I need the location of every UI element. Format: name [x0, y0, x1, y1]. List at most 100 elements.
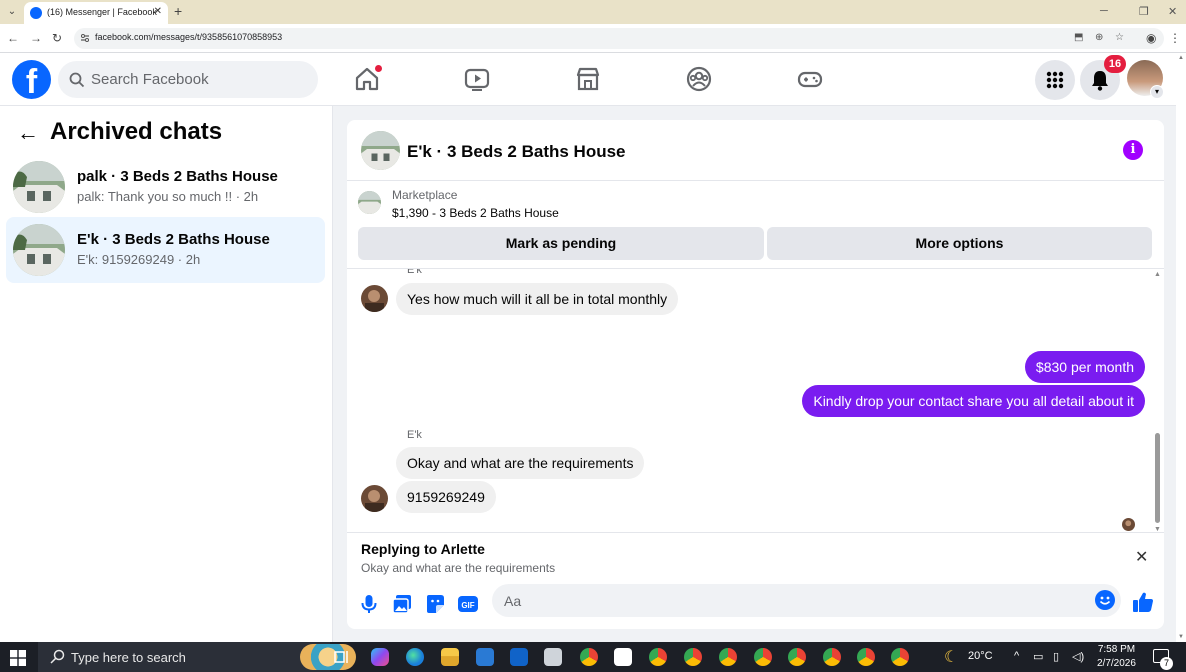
chrome-profile-icon[interactable]: [649, 648, 667, 666]
message-bubble[interactable]: Okay and what are the requirements: [396, 447, 645, 479]
info-icon[interactable]: i: [1123, 140, 1143, 160]
profile-icon[interactable]: ◉: [1146, 31, 1156, 45]
file-explorer-icon[interactable]: [441, 648, 459, 666]
thread-scrollbar[interactable]: ▲ ▼: [1151, 269, 1164, 532]
chrome-profile-icon[interactable]: [857, 648, 875, 666]
conversation-thumbnail[interactable]: [361, 131, 400, 170]
video-icon[interactable]: [463, 65, 491, 93]
chrome-icon[interactable]: [580, 648, 598, 666]
chrome-profile-icon[interactable]: [788, 648, 806, 666]
reload-icon[interactable]: ↻: [52, 31, 62, 45]
weather-moon-icon[interactable]: ☾: [944, 647, 958, 667]
sender-avatar[interactable]: [361, 485, 388, 512]
minimize-icon[interactable]: ─: [1100, 5, 1108, 17]
menu-grid-icon: [1046, 71, 1064, 89]
chat-snippet: E'k: 9159269249 · 2h: [77, 252, 201, 267]
browser-tab-bar: ⌄ (16) Messenger | Facebook ✕ + ─ ❐ ✕: [0, 0, 1186, 24]
house-thumbnail: [13, 161, 65, 213]
bookmark-star-icon[interactable]: ☆: [1115, 32, 1124, 43]
copilot-icon[interactable]: [371, 648, 389, 666]
listing-detail[interactable]: $1,390 - 3 Beds 2 Baths House: [392, 206, 559, 220]
tab-title: (16) Messenger | Facebook: [47, 7, 157, 17]
battery-icon[interactable]: ▯: [1053, 650, 1059, 663]
chrome-profile-icon[interactable]: [754, 648, 772, 666]
facebook-logo-icon[interactable]: f: [12, 60, 51, 99]
forward-icon[interactable]: →: [30, 31, 42, 45]
chrome-profile-icon[interactable]: [684, 648, 702, 666]
scroll-up-icon[interactable]: ▲: [1154, 271, 1161, 278]
zoom-icon[interactable]: ⊕: [1095, 32, 1103, 43]
close-reply-icon[interactable]: ✕: [1135, 547, 1148, 567]
store-icon[interactable]: [476, 648, 494, 666]
message-bubble[interactable]: Kindly drop your contact share you all d…: [802, 385, 1145, 417]
mark-as-pending-button[interactable]: Mark as pending: [358, 227, 764, 260]
microphone-icon[interactable]: [358, 593, 380, 615]
tab-search-icon[interactable]: ⌄: [4, 4, 20, 20]
menu-grid-button[interactable]: [1035, 60, 1075, 100]
system-clock[interactable]: 7:58 PM 2/7/2026: [1097, 643, 1136, 671]
gaming-icon[interactable]: [796, 65, 824, 93]
marketplace-icon[interactable]: [574, 65, 602, 93]
windows-taskbar: Type here to search ☾ 20°C ^ ▭ ▯ ◁) 7:58…: [0, 642, 1186, 672]
scroll-up-icon[interactable]: ▲: [1178, 55, 1184, 61]
notification-badge: 16: [1104, 55, 1126, 73]
gif-icon[interactable]: GIF: [457, 593, 479, 615]
scroll-down-icon[interactable]: ▼: [1178, 634, 1184, 640]
site-info-icon[interactable]: [80, 33, 90, 43]
windows-start-icon[interactable]: [10, 650, 26, 666]
browser-menu-icon[interactable]: ⋮: [1169, 31, 1181, 45]
sender-avatar[interactable]: [361, 285, 388, 312]
chat-item-palk[interactable]: palk · 3 Beds 2 Baths House palk: Thank …: [6, 154, 325, 220]
taskbar-search-input[interactable]: Type here to search: [38, 642, 356, 672]
chat-snippet: palk: Thank you so much !! · 2h: [77, 189, 259, 204]
thumbs-up-icon[interactable]: [1131, 590, 1155, 614]
message-bubble[interactable]: 9159269249: [396, 481, 496, 513]
message-composer: GIF Aa: [347, 580, 1164, 629]
outlook-icon[interactable]: [510, 648, 528, 666]
reply-text: Okay and what are the requirements: [361, 561, 556, 575]
temperature[interactable]: 20°C: [968, 650, 993, 662]
chat-item-ek[interactable]: E'k · 3 Beds 2 Baths House E'k: 91592692…: [6, 217, 325, 283]
app-icon[interactable]: [544, 648, 562, 666]
scrollbar-thumb[interactable]: [1155, 433, 1160, 523]
chevron-down-icon[interactable]: ▾: [1150, 85, 1164, 99]
search-placeholder: Search Facebook: [91, 71, 209, 88]
maximize-icon[interactable]: ❐: [1139, 5, 1149, 18]
volume-icon[interactable]: ◁): [1072, 650, 1084, 663]
groups-icon[interactable]: [685, 65, 713, 93]
emoji-icon[interactable]: [1095, 590, 1115, 610]
back-icon[interactable]: ←: [7, 31, 19, 45]
message-bubble[interactable]: Yes how much will it all be in total mon…: [396, 283, 679, 315]
more-options-button[interactable]: More options: [767, 227, 1152, 260]
sticker-icon[interactable]: [424, 593, 446, 615]
seen-avatar: [1122, 518, 1135, 531]
page-scrollbar[interactable]: ▲ ▼: [1176, 53, 1186, 642]
network-icon[interactable]: ▭: [1033, 650, 1043, 663]
edge-icon[interactable]: [406, 648, 424, 666]
facebook-search-input[interactable]: Search Facebook: [58, 61, 318, 98]
new-tab-icon[interactable]: +: [174, 4, 182, 18]
address-bar: ← → ↻ facebook.com/messages/t/9358561070…: [0, 24, 1186, 53]
sidebar-title: Archived chats: [50, 118, 223, 145]
bell-icon: [1092, 71, 1108, 91]
task-view-icon[interactable]: [333, 648, 351, 666]
tab-close-icon[interactable]: ✕: [154, 6, 162, 17]
facebook-favicon-icon: [30, 7, 42, 19]
chevron-up-icon[interactable]: ^: [1014, 650, 1019, 662]
chrome-profile-icon[interactable]: [891, 648, 909, 666]
chat-name: palk · 3 Beds 2 Baths House: [77, 168, 278, 185]
photo-icon[interactable]: [391, 593, 413, 615]
conversation-title[interactable]: E'k · 3 Beds 2 Baths House: [407, 142, 626, 162]
chrome-profile-icon[interactable]: [719, 648, 737, 666]
message-thread: E'k Yes how much will it all be in total…: [347, 268, 1164, 532]
message-input[interactable]: Aa: [492, 584, 1121, 617]
conversation-header: E'k · 3 Beds 2 Baths House i: [347, 120, 1164, 181]
browser-tab[interactable]: (16) Messenger | Facebook ✕: [24, 2, 168, 24]
window-close-icon[interactable]: ✕: [1168, 5, 1177, 18]
back-arrow-icon[interactable]: ←: [17, 122, 39, 144]
url-field[interactable]: facebook.com/messages/t/9358561070858953…: [74, 28, 1164, 49]
capcut-icon[interactable]: [614, 648, 632, 666]
install-app-icon[interactable]: ⬒: [1074, 32, 1083, 43]
message-bubble[interactable]: $830 per month: [1024, 351, 1145, 383]
chrome-profile-icon[interactable]: [823, 648, 841, 666]
